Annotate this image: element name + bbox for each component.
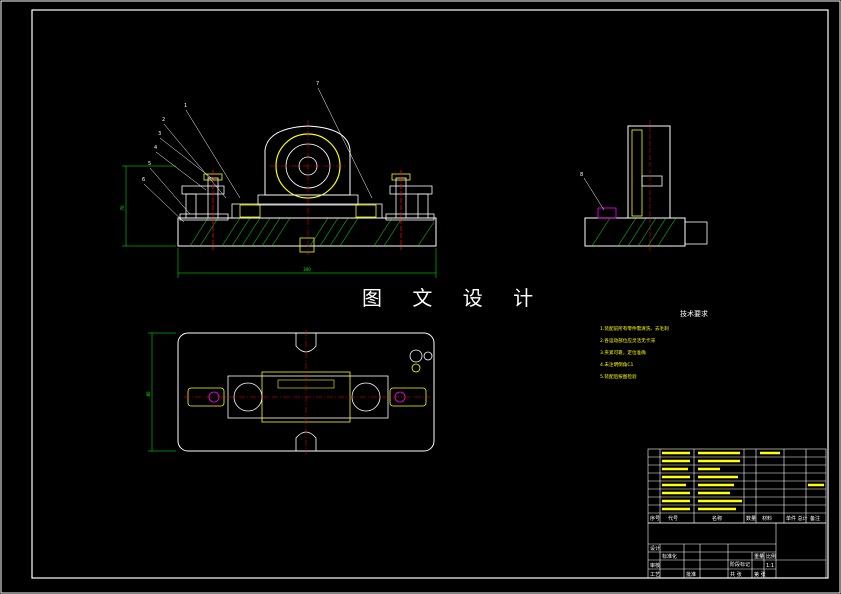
side-view: 8 (580, 120, 708, 252)
balloon-4: 4 (154, 145, 157, 151)
support-block (231, 203, 383, 219)
side-housing (627, 125, 671, 219)
tb-design: 设计 (650, 545, 660, 552)
dim-top-height (148, 332, 176, 452)
tech-req-line-3: 3.夹紧可靠，定位准确 (600, 349, 646, 356)
dim-front-width-text: 300 (303, 267, 311, 272)
top-pin-b (423, 351, 433, 361)
top-view: 80 (146, 330, 435, 455)
tech-req-line-1: 1.装配前所有零件需清洗、去毛刺 (600, 325, 669, 332)
side-base (584, 217, 686, 247)
title-block-labels: 设计 标准化 审核 工艺 批准 阶段标记 重量 比例 共 张 第 张 1:1 (650, 545, 776, 578)
top-pin-c (411, 363, 421, 373)
left-locator (239, 204, 261, 218)
header-cell-6: 备注 (810, 515, 820, 522)
tech-req-line-2: 2.各运动部位应灵活无卡滞 (600, 337, 655, 344)
housing (264, 125, 351, 196)
header-cell-3: 数量 (746, 515, 756, 522)
tb-stage: 阶段标记 (730, 561, 750, 568)
balloon-2: 2 (162, 117, 165, 123)
side-nut (641, 175, 663, 187)
top-pin-a (409, 349, 423, 363)
balloon-6: 6 (142, 177, 145, 183)
balloon-5: 5 (148, 161, 151, 167)
tb-sheet-no: 第 张 (754, 571, 766, 578)
base-hatch (189, 217, 435, 247)
balloon-8: 8 (580, 172, 583, 178)
title-block (647, 522, 827, 579)
tb-total-sheets: 共 张 (730, 571, 742, 578)
watermark-text: 图 文 设 计 (362, 286, 545, 310)
header-cell-2: 名称 (712, 515, 722, 522)
header-cell-4: 材料 (762, 515, 772, 522)
right-locator (355, 204, 377, 218)
side-leader (583, 177, 605, 211)
drawing-canvas: 300 70 1 2 3 4 5 6 7 8 80 图 文 设 计 技术要求 1… (0, 0, 841, 594)
balloon-7: 7 (316, 81, 319, 87)
header-cell-1: 代号 (668, 515, 678, 522)
tb-review: 审核 (650, 562, 660, 569)
balloon-3: 3 (158, 131, 161, 137)
tb-standard: 标准化 (662, 553, 677, 560)
dim-top-height-text: 80 (146, 391, 151, 397)
right-clamp (385, 170, 435, 250)
left-clamp (179, 170, 229, 250)
dim-front-height (122, 165, 176, 247)
dim-front-width (177, 248, 437, 278)
tech-req-line-5: 5.装配后按图检验 (600, 373, 637, 380)
side-hatch (591, 217, 677, 247)
bottom-pin (299, 237, 315, 253)
dim-front-height-text: 70 (120, 205, 125, 211)
balloon-1: 1 (184, 103, 187, 109)
tb-process: 工艺 (650, 572, 660, 578)
tb-scale-value: 1:1 (766, 563, 774, 569)
side-end (684, 221, 708, 245)
side-housing-inner (631, 129, 643, 217)
tech-req-title: 技术要求 (680, 309, 708, 318)
tb-weight: 重量 (754, 553, 764, 560)
tech-req-line-4: 4.未注明倒角C1 (600, 361, 634, 368)
technical-requirements: 技术要求 1.装配前所有零件需清洗、去毛刺 2.各运动部位应灵活无卡滞 3.夹紧… (600, 309, 708, 380)
tb-ratio: 比例 (766, 553, 776, 560)
tb-approve: 批准 (686, 571, 696, 578)
base-plate (177, 217, 437, 247)
front-view: 300 70 1 2 3 4 5 6 7 (120, 81, 437, 278)
parts-list-header: 序号 代号 名称 数量 材料 单件 总计 备注 (650, 515, 820, 522)
side-clamp (597, 207, 617, 219)
header-cell-0: 序号 (650, 515, 660, 522)
header-cell-5: 单件 总计 (786, 515, 808, 522)
